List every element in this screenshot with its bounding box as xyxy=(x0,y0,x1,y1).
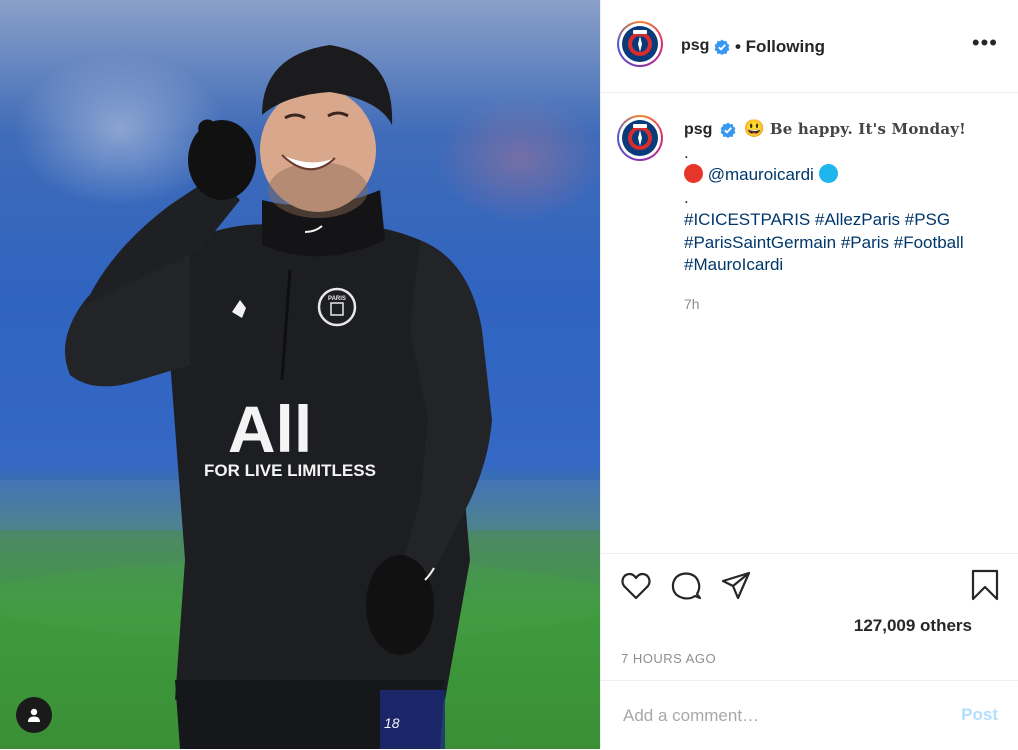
caption-headline: Be happy. It's Monday! xyxy=(769,120,966,138)
share-icon[interactable] xyxy=(721,571,751,601)
user-tag-icon xyxy=(28,708,40,722)
post-header: psg • Following ••• xyxy=(601,0,1018,93)
mention-link[interactable]: @mauroicardi xyxy=(708,165,814,184)
smile-emoji: 😃 xyxy=(743,119,766,138)
hashtag-link[interactable]: #ParisSaintGermain #Paris #Football xyxy=(684,233,964,252)
more-options-icon[interactable]: ••• xyxy=(972,32,998,54)
caption-username[interactable]: psg xyxy=(684,121,712,138)
hashtag-link[interactable]: #MauroIcardi xyxy=(684,255,783,274)
crest-text: PARIS xyxy=(328,296,346,302)
post-photo[interactable]: PARIS All FOR LIVE LIMITLESS 18 xyxy=(0,0,600,749)
post-caption: psg 😃 Be happy. It's Monday! . @mauroica… xyxy=(684,118,994,277)
red-circle-icon xyxy=(684,164,703,183)
comment-input[interactable] xyxy=(621,705,945,727)
comment-bar: Post xyxy=(601,680,1018,750)
caption-avatar[interactable] xyxy=(617,115,663,161)
caption-separator: . xyxy=(684,142,689,162)
psg-logo-icon xyxy=(622,26,658,62)
comment-icon[interactable] xyxy=(670,570,702,602)
likes-count[interactable]: 127,009 others xyxy=(854,616,972,636)
caption-separator: . xyxy=(684,187,689,207)
follow-status-button[interactable]: • Following xyxy=(735,37,825,57)
player-illustration: PARIS All FOR LIVE LIMITLESS 18 xyxy=(0,45,600,749)
hashtag-link[interactable]: #ICICESTPARIS #AllezParis #PSG xyxy=(684,210,950,229)
post-username[interactable]: psg xyxy=(681,37,709,55)
shorts-number: 18 xyxy=(384,715,400,731)
psg-logo-icon xyxy=(622,120,658,156)
shirt-brand-text: All xyxy=(228,392,312,466)
avatar[interactable] xyxy=(617,21,663,67)
user-tag-button[interactable] xyxy=(16,697,52,733)
blue-circle-icon xyxy=(818,164,838,183)
bookmark-icon[interactable] xyxy=(971,569,999,601)
heart-icon[interactable] xyxy=(621,572,651,600)
post-timestamp[interactable]: 7 HOURS AGO xyxy=(621,651,716,666)
post-actions: 127,009 others 7 HOURS AGO xyxy=(601,553,1018,680)
post-comment-button[interactable]: Post xyxy=(961,705,998,725)
post-side-panel: psg • Following ••• psg 😃 Be happy. It's… xyxy=(600,0,1018,749)
verified-icon xyxy=(714,39,730,55)
caption-time[interactable]: 7h xyxy=(684,296,700,312)
verified-icon xyxy=(720,122,736,138)
shirt-slogan-text: FOR LIVE LIMITLESS xyxy=(204,461,376,480)
